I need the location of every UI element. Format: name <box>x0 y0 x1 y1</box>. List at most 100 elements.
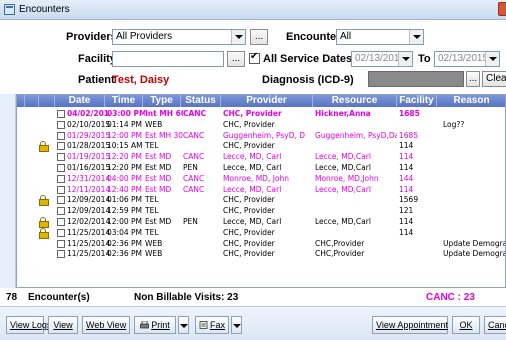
diagnosis-input[interactable] <box>368 71 464 87</box>
clear-button[interactable]: Clear <box>482 71 506 87</box>
column-header-facility[interactable]: Facility <box>397 95 437 107</box>
cell-facility: 114 <box>399 184 414 194</box>
row-checkbox[interactable] <box>57 120 65 129</box>
cell-time: 12:20 PM <box>107 152 142 162</box>
print-dropdown-button[interactable] <box>178 316 189 334</box>
cell-time: 12:00 PM <box>107 130 142 140</box>
table-row[interactable]: 12/02/2014 12:00 PM Est MD PEN Lecce, MD, Ca… <box>17 217 505 228</box>
table-row[interactable]: 01/28/2015 10:15 AM TEL CHC, Provider 114 <box>17 141 505 153</box>
encounters-select-value: All <box>340 31 352 42</box>
cell-type: Est MH 30 <box>145 130 183 140</box>
row-checkbox[interactable] <box>57 207 65 216</box>
diagnosis-label: Diagnosis (ICD-9) <box>262 74 354 86</box>
cell-resource: Lecce, MD,Carl <box>315 217 371 226</box>
cell-facility: 114 <box>399 217 414 226</box>
cell-provider: Guggenheim, PsyD, D <box>223 130 306 140</box>
table-row[interactable]: 11/25/2014 02:36 PM WEB CHC, Provider CHC,Pr… <box>17 239 505 249</box>
column-header-time[interactable]: Time <box>105 95 143 107</box>
column-header-provider[interactable]: Provider <box>221 95 313 107</box>
cell-status: CANC <box>183 152 205 162</box>
cell-type: Est MD <box>145 217 172 226</box>
close-button[interactable] <box>498 2 506 16</box>
lock-icon <box>39 141 49 153</box>
table-row[interactable]: 12/09/2014 12:59 PM TEL CHC, Provider 121 <box>17 206 505 216</box>
table-row[interactable]: 01/16/2015 12:20 PM Est MD PEN Lecce, MD, Ca… <box>17 163 505 173</box>
header-check-col <box>39 95 55 107</box>
cell-status <box>183 141 221 151</box>
providers-lookup-button[interactable]: ... <box>250 29 268 45</box>
row-checkbox[interactable] <box>57 174 65 183</box>
cell-resource <box>315 206 397 216</box>
row-checkbox[interactable] <box>57 142 65 151</box>
column-header-type[interactable]: Type <box>143 95 181 107</box>
cell-facility: 114 <box>399 227 414 237</box>
row-checkbox[interactable] <box>57 228 65 237</box>
table-row[interactable]: 01/19/2015 12:20 PM Est MD CANC Lecce, MD, C… <box>17 152 505 162</box>
table-row[interactable]: 12/11/2014 12:40 PM Est MD CANC Lecce, MD, C… <box>17 184 505 195</box>
table-row[interactable]: 12/09/2014 01:06 PM TEL CHC, Provider 1569 <box>17 195 505 207</box>
date-from-picker[interactable]: 02/13/2015 <box>351 51 413 67</box>
ok-button[interactable]: OK <box>452 316 480 334</box>
encounter-count: 78 <box>6 292 18 303</box>
cancel-button[interactable]: Canc <box>484 316 506 334</box>
window-title: Encounters <box>19 4 70 15</box>
table-row[interactable]: 01/29/2015 12:00 PM Est MH 30 CANC Guggenhei… <box>17 130 505 141</box>
table-row[interactable]: 04/02/201 03:00 PM Int MH 60 CANC CHC, Provi… <box>17 109 505 119</box>
date-to-picker[interactable]: 02/13/2015 <box>434 51 500 67</box>
table-row[interactable]: 11/25/2014 02:36 PM WEB CHC, Provider CHC,Pr… <box>17 249 505 259</box>
cell-resource <box>315 228 397 238</box>
cell-status <box>183 228 221 238</box>
table-row[interactable]: 11/25/2014 03:04 PM TEL CHC, Provider 114 <box>17 227 505 239</box>
row-checkbox[interactable] <box>57 250 65 259</box>
column-header-status[interactable]: Status <box>181 95 221 107</box>
print-button[interactable]: Print <box>134 316 176 334</box>
lock-icon <box>39 217 49 228</box>
cell-type: WEB <box>145 249 163 259</box>
cell-reason <box>443 228 505 238</box>
lock-icon <box>39 227 49 239</box>
cell-status: PEN <box>183 163 198 172</box>
view-logs-button[interactable]: View Logs <box>6 316 51 334</box>
row-checkbox[interactable] <box>57 131 65 140</box>
all-checkbox[interactable] <box>249 51 260 64</box>
cell-facility <box>399 239 437 249</box>
table-row[interactable]: 02/10/2015 01:14 PM WEB CHC, Provider Log?? <box>17 119 505 130</box>
providers-select[interactable]: All Providers <box>112 29 246 45</box>
fax-dropdown-button[interactable] <box>231 316 242 334</box>
column-header-resource[interactable]: Resource <box>313 95 397 107</box>
cell-status: CANC <box>183 184 205 194</box>
facility-input[interactable] <box>112 51 224 67</box>
cell-reason <box>443 195 505 205</box>
cell-resource <box>315 195 397 205</box>
row-checkbox[interactable] <box>57 110 65 118</box>
row-checkbox[interactable] <box>57 196 65 205</box>
cell-provider: Lecce, MD, Carl <box>223 152 282 162</box>
table-row[interactable]: 12/31/2014 04:00 PM Est MD CANC Monroe, MD, … <box>17 173 505 184</box>
service-dates-label: Service Dates <box>280 53 353 65</box>
lock-icon <box>39 195 49 207</box>
cell-provider: CHC, Provider <box>223 119 275 129</box>
column-header-date[interactable]: Date <box>55 95 105 107</box>
view-appointment-button[interactable]: View Appointment <box>372 316 448 334</box>
row-checkbox[interactable] <box>57 218 65 226</box>
row-checkbox[interactable] <box>57 153 65 162</box>
cell-provider: Lecce, MD, Carl <box>223 217 282 226</box>
web-view-button[interactable]: Web View <box>82 316 130 334</box>
grid-left-strip <box>0 94 16 288</box>
facility-lookup-button[interactable]: ... <box>227 51 245 67</box>
chevron-down-icon <box>409 30 423 44</box>
header-spacer <box>17 95 25 107</box>
cell-status: CANC <box>183 173 205 183</box>
view-button[interactable]: View <box>48 316 78 334</box>
column-header-reason[interactable]: Reason <box>437 95 505 107</box>
row-checkbox[interactable] <box>57 239 65 248</box>
cell-status <box>183 239 221 249</box>
fax-button[interactable]: Fax <box>195 316 229 334</box>
encounters-select[interactable]: All <box>336 29 424 45</box>
cell-reason <box>443 131 505 141</box>
row-checkbox[interactable] <box>57 185 65 194</box>
row-checkbox[interactable] <box>57 164 65 172</box>
diagnosis-lookup-button[interactable]: ... <box>466 71 480 87</box>
cell-reason <box>443 109 505 119</box>
cell-type: TEL <box>145 227 159 237</box>
